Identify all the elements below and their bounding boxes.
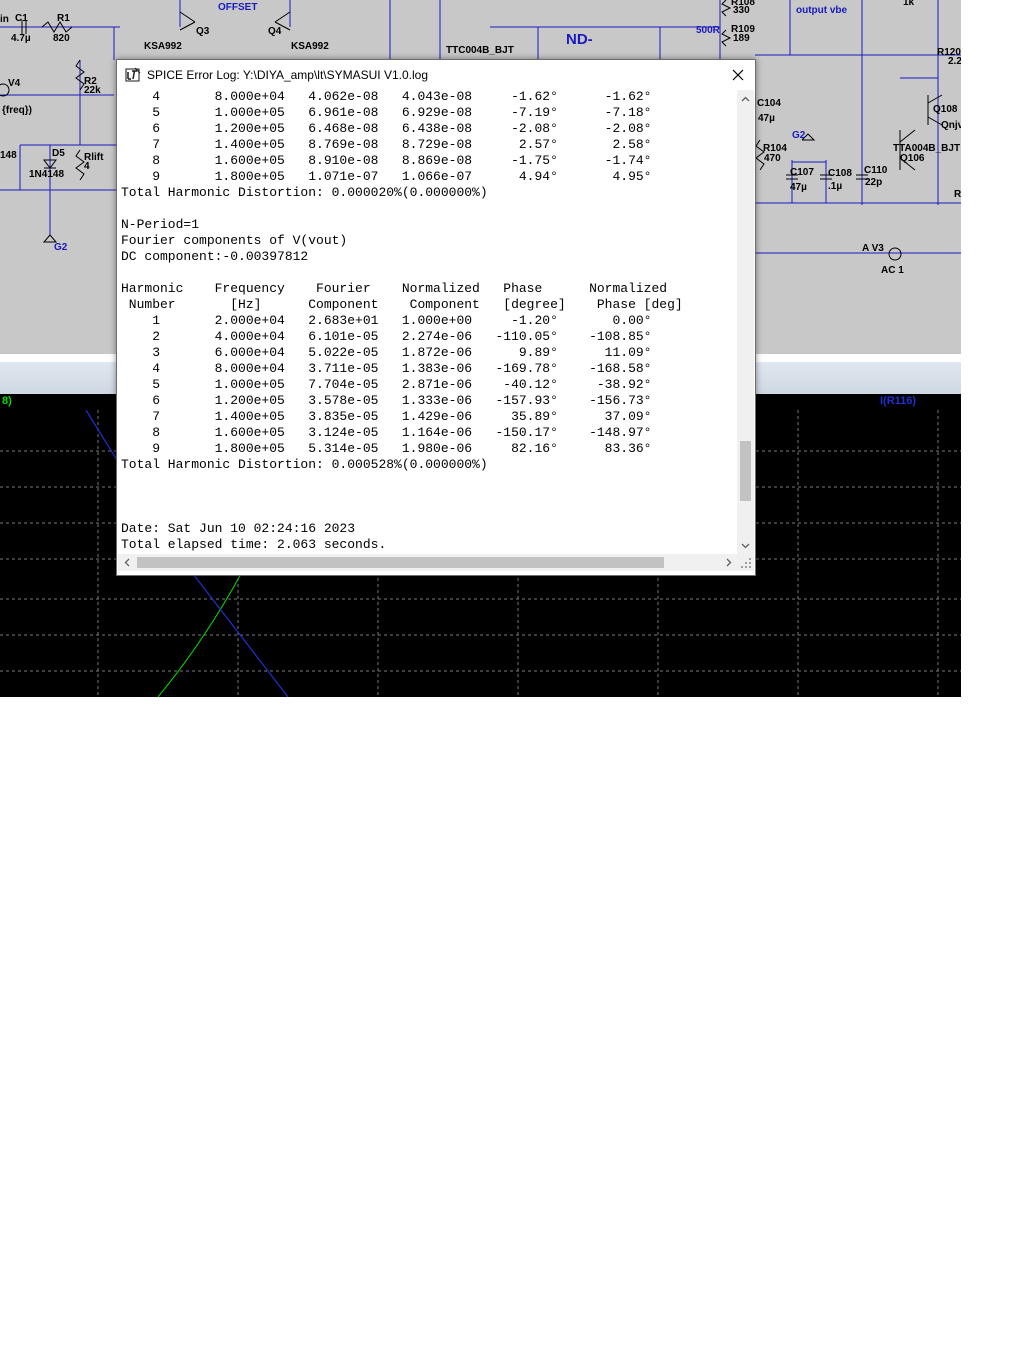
schematic-label-vin[interactable]: in bbox=[0, 14, 9, 25]
schematic-label-ksa2[interactable]: KSA992 bbox=[291, 41, 329, 52]
schematic-label-c107v[interactable]: 47µ bbox=[790, 182, 807, 193]
schematic-label-r109v[interactable]: 189 bbox=[733, 33, 750, 44]
schematic-label-c108[interactable]: C108 bbox=[828, 168, 852, 179]
log-line: 6 1.200e+05 6.468e-08 6.438e-08 -2.08° -… bbox=[121, 121, 652, 136]
schematic-label-c110[interactable]: C110 bbox=[864, 165, 887, 176]
log-line: 8 1.600e+05 8.910e-08 8.869e-08 -1.75° -… bbox=[121, 153, 652, 168]
log-line: Total Harmonic Distortion: 0.000528%(0.0… bbox=[121, 457, 488, 472]
schematic-label-c110v[interactable]: 22p bbox=[865, 177, 882, 188]
schematic-label-g2b[interactable]: G2 bbox=[54, 242, 67, 253]
log-line: 3 6.000e+04 5.022e-05 1.872e-06 9.89° 11… bbox=[121, 345, 652, 360]
log-line: 1 2.000e+04 2.683e+01 1.000e+00 -1.20° 0… bbox=[121, 313, 652, 328]
schematic-label-ac1[interactable]: AC 1 bbox=[881, 265, 904, 276]
schematic-label-k1[interactable]: 1k bbox=[903, 0, 914, 8]
log-line: DC component:-0.00397812 bbox=[121, 249, 309, 264]
schematic-label-r2v[interactable]: 22k bbox=[84, 85, 101, 96]
schematic-label-qnj[interactable]: Qnjv bbox=[941, 120, 961, 131]
close-icon bbox=[732, 69, 744, 81]
schematic-label-c108v[interactable]: .1µ bbox=[828, 181, 842, 192]
schematic-label-q3[interactable]: Q3 bbox=[196, 26, 209, 37]
schematic-label-n4148[interactable]: 1N4148 bbox=[29, 169, 64, 180]
scroll-up-button[interactable] bbox=[737, 90, 754, 107]
schematic-label-q4[interactable]: Q4 bbox=[268, 26, 281, 37]
schematic-label-r120v[interactable]: 2.2 bbox=[948, 56, 961, 67]
schematic-label-c107[interactable]: C107 bbox=[790, 167, 814, 178]
log-line: 8 1.600e+05 3.124e-05 1.164e-06 -150.17°… bbox=[121, 425, 652, 440]
log-line: 7 1.400e+05 8.769e-08 8.729e-08 2.57° 2.… bbox=[121, 137, 652, 152]
schematic-label-r1[interactable]: R1 bbox=[57, 13, 70, 24]
schematic-label-c104v[interactable]: 47µ bbox=[758, 113, 775, 124]
schematic-label-freq[interactable]: {freq}) bbox=[2, 105, 32, 116]
schematic-label-outvbe[interactable]: output vbe bbox=[796, 5, 847, 16]
log-content[interactable]: 4 8.000e+04 4.062e-08 4.043e-08 -1.62° -… bbox=[121, 90, 683, 553]
schematic-label-v4[interactable]: V4 bbox=[8, 78, 20, 89]
schematic-label-r500[interactable]: 500R bbox=[696, 25, 720, 36]
vertical-scroll-thumb[interactable] bbox=[740, 441, 751, 501]
chevron-up-icon bbox=[741, 96, 750, 101]
schematic-label-r108v[interactable]: 330 bbox=[733, 5, 750, 16]
schematic-label-d148[interactable]: 148 bbox=[0, 150, 17, 161]
spice-error-log-window[interactable]: SPICE Error Log: Y:\DIYA_amp\lt\SYMASUI … bbox=[116, 59, 756, 576]
log-line: Fourier components of V(vout) bbox=[121, 233, 348, 248]
scroll-down-button[interactable] bbox=[737, 537, 754, 554]
schematic-label-q106[interactable]: Q106 bbox=[900, 153, 924, 164]
trace-label-right[interactable]: I(R116) bbox=[880, 395, 916, 407]
log-line: Harmonic Frequency Fourier Normalized Ph… bbox=[121, 281, 668, 296]
window-title: SPICE Error Log: Y:\DIYA_amp\lt\SYMASUI … bbox=[147, 68, 429, 82]
schematic-label-g2a[interactable]: G2 bbox=[792, 130, 805, 141]
log-line: Number [Hz] Component Component [degree]… bbox=[121, 297, 683, 312]
vertical-scrollbar[interactable] bbox=[737, 90, 754, 554]
title-bar[interactable]: SPICE Error Log: Y:\DIYA_amp\lt\SYMASUI … bbox=[117, 60, 755, 90]
horizontal-scroll-thumb[interactable] bbox=[137, 557, 664, 568]
schematic-label-rliftv[interactable]: 4 bbox=[84, 161, 90, 172]
schematic-label-c1v[interactable]: 4.7µ bbox=[11, 33, 31, 44]
log-line: 5 1.000e+05 7.704e-05 2.871e-06 -40.12° … bbox=[121, 377, 652, 392]
log-line: 4 8.000e+04 3.711e-05 1.383e-06 -169.78°… bbox=[121, 361, 652, 376]
log-line: 9 1.800e+05 5.314e-05 1.980e-06 82.16° 8… bbox=[121, 441, 652, 456]
log-line: 7 1.400e+05 3.835e-05 1.429e-06 35.89° 3… bbox=[121, 409, 652, 424]
schematic-label-offset[interactable]: OFFSET bbox=[218, 2, 257, 13]
log-line: 5 1.000e+05 6.961e-08 6.929e-08 -7.19° -… bbox=[121, 105, 652, 120]
schematic-label-q108[interactable]: Q108 bbox=[933, 104, 957, 115]
trace-label-left[interactable]: 8) bbox=[2, 395, 12, 407]
close-button[interactable] bbox=[721, 60, 755, 90]
horizontal-scrollbar[interactable] bbox=[118, 554, 737, 571]
log-text-area[interactable]: 4 8.000e+04 4.062e-08 4.043e-08 -1.62° -… bbox=[118, 90, 737, 554]
log-line: 4 8.000e+04 4.062e-08 4.043e-08 -1.62° -… bbox=[121, 90, 652, 104]
chevron-right-icon bbox=[726, 558, 731, 567]
log-line: 2 4.000e+04 6.101e-05 2.274e-06 -110.05°… bbox=[121, 329, 652, 344]
schematic-label-c104[interactable]: C104 bbox=[757, 98, 781, 109]
scroll-left-button[interactable] bbox=[118, 554, 135, 571]
scroll-right-button[interactable] bbox=[720, 554, 737, 571]
log-line: Date: Sat Jun 10 02:24:16 2023 bbox=[121, 521, 356, 536]
schematic-label-c1[interactable]: C1 bbox=[15, 13, 28, 24]
schematic-label-nd[interactable]: ND- bbox=[566, 31, 593, 48]
chevron-down-icon bbox=[741, 543, 750, 548]
ltspice-icon bbox=[125, 67, 141, 82]
resize-grip-icon bbox=[741, 558, 751, 568]
chevron-left-icon bbox=[124, 558, 129, 567]
log-line: 6 1.200e+05 3.578e-05 1.333e-06 -157.93°… bbox=[121, 393, 652, 408]
schematic-label-ttc[interactable]: TTC004B_BJT bbox=[446, 45, 514, 56]
log-line: Total Harmonic Distortion: 0.000020%(0.0… bbox=[121, 185, 488, 200]
schematic-label-ksa1[interactable]: KSA992 bbox=[144, 41, 182, 52]
schematic-label-redge[interactable]: R bbox=[954, 189, 961, 200]
schematic-label-r1v[interactable]: 820 bbox=[53, 33, 70, 44]
schematic-label-r104v[interactable]: 470 bbox=[764, 153, 781, 164]
schematic-label-d5[interactable]: D5 bbox=[52, 148, 65, 159]
schematic-label-av3[interactable]: A V3 bbox=[862, 243, 884, 254]
log-line: N-Period=1 bbox=[121, 217, 200, 232]
log-line: Total elapsed time: 2.063 seconds. bbox=[121, 537, 387, 552]
resize-grip[interactable] bbox=[737, 554, 754, 571]
log-line: 9 1.800e+05 1.071e-07 1.066e-07 4.94° 4.… bbox=[121, 169, 652, 184]
